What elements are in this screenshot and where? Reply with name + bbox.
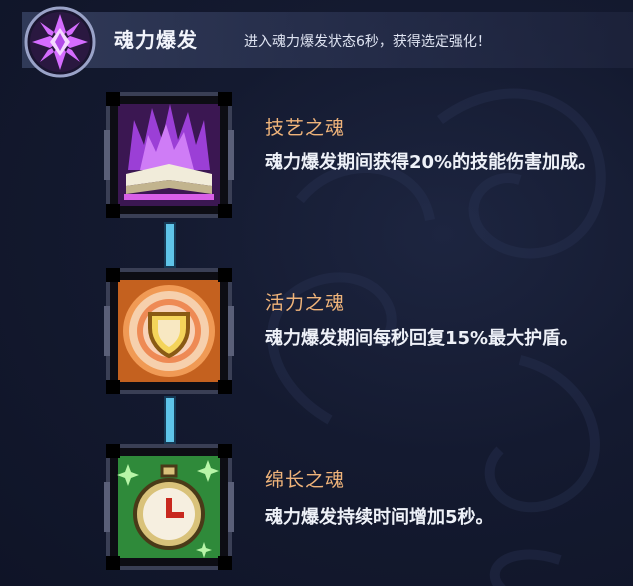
skill-description: 魂力爆发期间获得20%的技能伤害加成。 (265, 152, 597, 173)
skill-name: 活力之魂 (265, 292, 346, 314)
skill-name: 绵长之魂 (265, 469, 346, 491)
header-title: 魂力爆发 (114, 28, 198, 52)
connector-line (166, 398, 174, 442)
skill-description: 魂力爆发期间每秒回复15%最大护盾。 (265, 328, 579, 349)
purple-flame-book-icon[interactable] (104, 90, 234, 220)
header-bar: 魂力爆发 进入魂力爆发状态6秒，获得选定强化！ (22, 6, 633, 78)
skill-name: 技艺之魂 (265, 117, 346, 139)
orange-shield-icon[interactable] (104, 266, 234, 396)
connector-line (166, 224, 174, 266)
header-description: 进入魂力爆发状态6秒，获得选定强化！ (244, 34, 491, 50)
soul-burst-emblem-icon (24, 6, 96, 78)
skill-description: 魂力爆发持续时间增加5秒。 (265, 507, 494, 528)
green-stopwatch-icon[interactable] (104, 442, 234, 572)
